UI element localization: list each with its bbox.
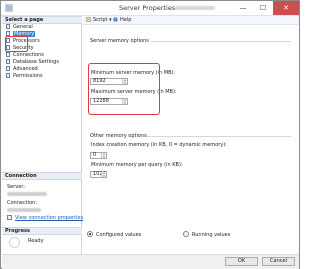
help-button[interactable]: ? Help bbox=[113, 17, 131, 24]
page-icon bbox=[6, 52, 10, 57]
progress-status: Ready bbox=[28, 238, 44, 244]
radio-selected-icon bbox=[87, 231, 93, 237]
server-memory-group-divider bbox=[151, 41, 291, 42]
page-icon bbox=[6, 59, 10, 64]
server-memory-highlight bbox=[88, 63, 160, 115]
min-memory-per-query-stepper[interactable]: ▴ ▾ bbox=[101, 172, 106, 177]
connection-label: Connection: bbox=[7, 200, 37, 206]
server-name-redacted bbox=[175, 6, 215, 10]
server-properties-window: Server Properties - — ☐ ✕ Select a page … bbox=[0, 0, 300, 269]
page-item-advanced[interactable]: Advanced bbox=[6, 66, 38, 73]
server-label: Server: bbox=[7, 184, 25, 190]
minimize-button[interactable]: — bbox=[233, 1, 253, 15]
page-icon bbox=[6, 66, 10, 71]
title-bar: Server Properties - — ☐ ✕ bbox=[1, 1, 299, 16]
page-item-connections[interactable]: Connections bbox=[6, 52, 44, 59]
server-value-redacted bbox=[7, 192, 47, 196]
connection-header: Connection bbox=[2, 172, 82, 180]
page-item-database-settings[interactable]: Database Settings bbox=[6, 59, 59, 66]
view-connection-properties-link[interactable]: View connection properties bbox=[7, 215, 83, 221]
connection-value-redacted bbox=[7, 208, 41, 212]
ok-button[interactable]: OK bbox=[225, 257, 258, 266]
running-values-radio[interactable]: Running values bbox=[183, 231, 230, 238]
configured-values-radio[interactable]: Configured values bbox=[87, 231, 141, 238]
progress-spinner-icon bbox=[9, 237, 20, 248]
other-memory-group-divider bbox=[147, 136, 291, 137]
close-button[interactable]: ✕ bbox=[273, 1, 299, 15]
page-icon bbox=[6, 24, 10, 29]
page-item-permissions[interactable]: Permissions bbox=[6, 73, 43, 80]
memory-page-highlight bbox=[5, 36, 28, 52]
radio-unselected-icon bbox=[183, 231, 189, 237]
index-creation-memory-stepper[interactable]: ▴ ▾ bbox=[101, 153, 106, 158]
help-icon: ? bbox=[113, 17, 118, 22]
script-button[interactable]: Script ▾ bbox=[86, 17, 112, 24]
select-page-header: Select a page bbox=[2, 16, 82, 24]
index-creation-memory-label: Index creation memory (in KB, 0 = dynami… bbox=[91, 142, 227, 148]
cancel-button[interactable]: Cancel bbox=[262, 257, 295, 266]
svg-text:?: ? bbox=[115, 18, 117, 22]
window-title: Server Properties - bbox=[119, 4, 180, 12]
index-creation-memory-input[interactable]: 0 ▴ ▾ bbox=[90, 152, 107, 159]
min-memory-per-query-label: Minimum memory per query (in KB): bbox=[91, 162, 183, 168]
server-app-icon bbox=[5, 4, 13, 12]
script-icon bbox=[86, 17, 91, 22]
other-memory-group-label: Other memory options bbox=[90, 133, 147, 139]
left-pane: Select a page General Memory Processors … bbox=[2, 16, 83, 254]
server-memory-group-label: Server memory options bbox=[90, 38, 149, 44]
progress-header: Progress bbox=[2, 227, 82, 235]
properties-icon bbox=[7, 215, 12, 220]
page-item-general[interactable]: General bbox=[6, 24, 33, 31]
page-icon bbox=[6, 73, 10, 78]
min-memory-per-query-input[interactable]: 1024 ▴ ▾ bbox=[90, 171, 107, 178]
maximize-button[interactable]: ☐ bbox=[253, 1, 273, 15]
toolbar: Script ▾ ? Help bbox=[83, 16, 299, 25]
